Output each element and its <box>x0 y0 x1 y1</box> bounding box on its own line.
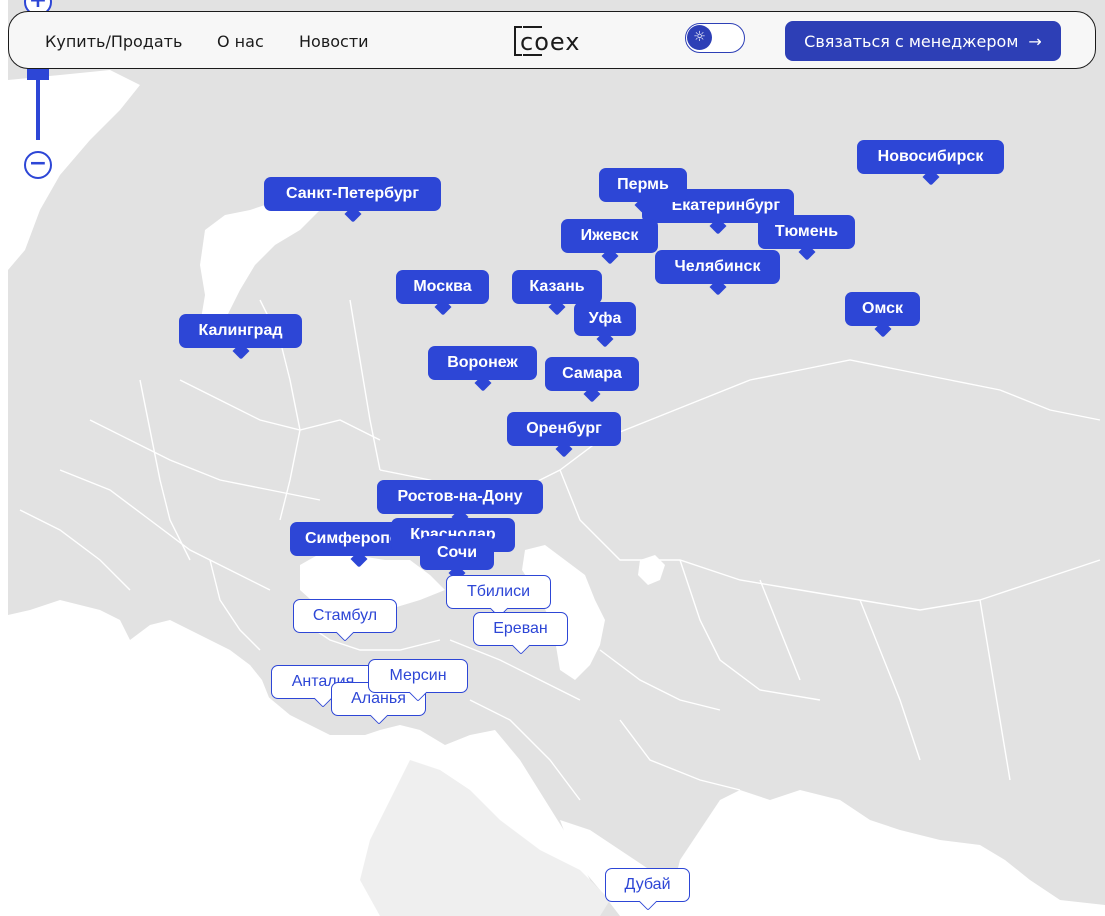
city-pin-samara[interactable]: Самара <box>545 357 639 391</box>
zoom-slider-thumb[interactable] <box>27 68 49 80</box>
top-navigation-bar: Купить/Продать О нас Новости coex ☼ Связ… <box>8 11 1096 69</box>
city-pin-tyumen[interactable]: Тюмень <box>758 215 855 249</box>
nav-buy-sell[interactable]: Купить/Продать <box>45 32 182 51</box>
city-pin-rostov[interactable]: Ростов-на-Дону <box>377 480 543 514</box>
zoom-out-button[interactable]: − <box>24 151 52 179</box>
city-pin-dubai[interactable]: Дубай <box>605 868 690 902</box>
nav-news[interactable]: Новости <box>299 32 369 51</box>
minus-icon: − <box>28 151 48 176</box>
city-pin-chelyabinsk[interactable]: Челябинск <box>655 250 780 284</box>
city-pin-sochi[interactable]: Сочи <box>420 536 494 570</box>
city-pin-istanbul[interactable]: Стамбул <box>293 599 397 633</box>
city-pin-mersin[interactable]: Мерсин <box>368 659 468 693</box>
nav-about[interactable]: О нас <box>217 32 264 51</box>
map-canvas[interactable] <box>0 0 1105 916</box>
theme-toggle[interactable]: ☼ <box>685 23 745 53</box>
coex-logo[interactable]: coex <box>514 25 594 57</box>
contact-manager-label: Связаться с менеджером <box>804 31 1019 51</box>
zoom-slider-track[interactable] <box>36 70 40 140</box>
city-pin-moscow[interactable]: Москва <box>396 270 489 304</box>
city-pin-novosibirsk[interactable]: Новосибирск <box>857 140 1004 174</box>
city-pin-perm[interactable]: Пермь <box>599 168 687 202</box>
city-pin-ufa[interactable]: Уфа <box>574 302 636 336</box>
city-pin-orenburg[interactable]: Оренбург <box>507 412 621 446</box>
city-pin-spb[interactable]: Санкт-Петербург <box>264 177 441 211</box>
svg-text:coex: coex <box>520 28 580 56</box>
contact-manager-button[interactable]: Связаться с менеджером → <box>785 21 1061 61</box>
city-pin-kaliningrad[interactable]: Калинград <box>179 314 302 348</box>
city-pin-kazan[interactable]: Казань <box>512 270 602 304</box>
city-pin-izhevsk[interactable]: Ижевск <box>561 219 658 253</box>
arrow-right-icon: → <box>1028 31 1042 51</box>
city-pin-voronezh[interactable]: Воронеж <box>428 346 537 380</box>
city-pin-yerevan[interactable]: Ереван <box>473 612 568 646</box>
city-pin-tbilisi[interactable]: Тбилиси <box>446 575 551 609</box>
sun-icon: ☼ <box>687 25 712 50</box>
city-pin-omsk[interactable]: Омск <box>845 292 920 326</box>
